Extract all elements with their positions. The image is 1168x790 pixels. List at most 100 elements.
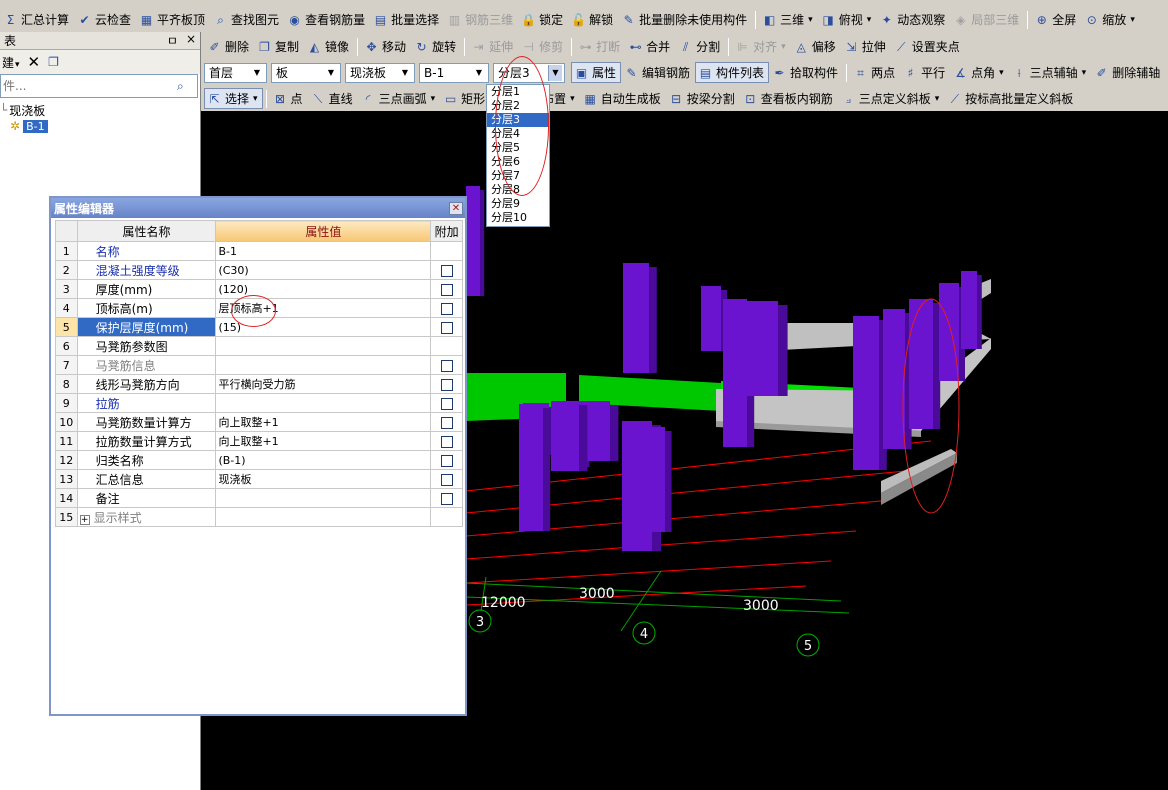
property-value[interactable]: 现浇板	[215, 469, 432, 489]
line-button[interactable]: ⟍ 直线	[308, 88, 358, 109]
set-grip-button[interactable]: ⟋ 设置夹点	[891, 36, 965, 57]
column-shape[interactable]	[961, 271, 977, 349]
align-button[interactable]: ⊫ 对齐 ▾	[732, 36, 791, 57]
align-slab-button[interactable]: ▦ 平齐板顶	[136, 9, 210, 30]
top-view-button[interactable]: ◨ 俯视 ▾	[818, 9, 877, 30]
batch-delete-button[interactable]: ✎ 批量删除未使用构件	[618, 9, 752, 30]
property-value[interactable]: (B-1)	[215, 450, 432, 470]
beam-split-button[interactable]: ⊟ 按梁分割	[666, 88, 740, 109]
three-point-axis-button[interactable]: ⟊ 三点辅轴 ▾	[1009, 62, 1092, 83]
two-point-button[interactable]: ⌗ 两点	[850, 62, 900, 83]
layer-option[interactable]: 分层10	[487, 211, 549, 225]
copy-icon[interactable]: ❐	[48, 55, 59, 69]
chevron-down-icon[interactable]: ▾	[570, 94, 575, 104]
copy-button[interactable]: ❐ 复制	[254, 36, 304, 57]
view-rebar-button[interactable]: ◉ 查看钢筋量	[284, 9, 370, 30]
lock-button[interactable]: 🔒 锁定	[518, 9, 568, 30]
property-value[interactable]	[215, 507, 432, 527]
view-slab-rebar-button[interactable]: ⊡ 查看板内钢筋	[740, 88, 838, 109]
property-value[interactable]: (C30)	[215, 260, 432, 280]
column-shape[interactable]	[909, 299, 933, 429]
rebar-3d-button[interactable]: ▥ 钢筋三维	[444, 9, 518, 30]
table-row[interactable]: 2 混凝土强度等级 (C30)	[55, 260, 463, 280]
summary-button[interactable]: Σ 汇总计算	[0, 9, 74, 30]
table-row[interactable]: 14 备注	[55, 488, 463, 508]
3pt-slope-button[interactable]: ⟓ 三点定义斜板 ▾	[838, 88, 945, 109]
property-value[interactable]: B-1	[215, 241, 432, 261]
table-row[interactable]: 9 拉筋	[55, 393, 463, 413]
type-select[interactable]: 现浇板 ▼	[345, 62, 415, 83]
element-list-button[interactable]: ▤ 构件列表	[695, 62, 770, 83]
extra-checkbox[interactable]	[440, 435, 453, 448]
property-value[interactable]: 向上取整+1	[215, 412, 432, 432]
arc-button[interactable]: ◜ 三点画弧 ▾	[358, 88, 441, 109]
chevron-down-icon[interactable]: ▾	[999, 68, 1004, 78]
extra-checkbox[interactable]	[440, 321, 453, 334]
zoom-button[interactable]: ⊙ 缩放 ▾	[1081, 9, 1140, 30]
search-icon[interactable]: ⌕	[177, 79, 184, 94]
extra-checkbox[interactable]	[440, 416, 453, 429]
chevron-down-icon[interactable]: ▾	[867, 15, 872, 25]
extra-checkbox[interactable]	[440, 264, 453, 277]
properties-button[interactable]: ▣ 属性	[571, 62, 622, 83]
fullscreen-button[interactable]: ⊕ 全屏	[1031, 9, 1081, 30]
property-value[interactable]	[215, 355, 432, 375]
delete-button[interactable]: ✐ 删除	[204, 36, 254, 57]
extra-checkbox[interactable]	[440, 473, 453, 486]
column-shape[interactable]	[519, 404, 543, 531]
auto-slab-button[interactable]: ▦ 自动生成板	[580, 88, 666, 109]
property-value[interactable]: 平行横向受力筋	[215, 374, 432, 394]
delete-icon[interactable]: ✕	[28, 53, 41, 71]
table-row[interactable]: 7 马凳筋信息	[55, 355, 463, 375]
extra-checkbox[interactable]	[440, 492, 453, 505]
column-shape[interactable]	[939, 283, 959, 381]
split-button[interactable]: ⫽ 分割	[675, 36, 725, 57]
extra-checkbox[interactable]	[440, 454, 453, 467]
extra-checkbox[interactable]	[440, 283, 453, 296]
property-value[interactable]	[215, 336, 432, 356]
pick-element-button[interactable]: ✒ 拾取构件	[769, 62, 843, 83]
chevron-down-icon[interactable]: ▾	[253, 94, 258, 104]
break-button[interactable]: ⊶ 打断	[575, 36, 625, 57]
column-shape[interactable]	[643, 427, 665, 532]
offset-button[interactable]: ◬ 偏移	[791, 36, 841, 57]
search-input[interactable]	[1, 79, 173, 93]
chevron-down-icon[interactable]: ▾	[935, 94, 940, 104]
chevron-down-icon[interactable]: ▾	[431, 94, 436, 104]
tree-root[interactable]: └ 现浇板	[0, 102, 200, 118]
table-row[interactable]: 12 归类名称 (B-1)	[55, 450, 463, 470]
property-value[interactable]: 向上取整+1	[215, 431, 432, 451]
point-angle-button[interactable]: ∡ 点角 ▾	[950, 62, 1009, 83]
pin-icon[interactable]: ㅁ	[167, 32, 178, 49]
point-button[interactable]: ⊠ 点	[270, 88, 308, 109]
table-row[interactable]: 13 汇总信息 现浇板	[55, 469, 463, 489]
batch-select-button[interactable]: ▤ 批量选择	[370, 9, 444, 30]
column-shape[interactable]	[723, 299, 747, 447]
batch-slope-button[interactable]: ⟋ 按标高批量定义斜板	[944, 88, 1078, 109]
column-shape[interactable]	[883, 309, 905, 449]
chevron-down-icon[interactable]: ▾	[1082, 68, 1087, 78]
table-row[interactable]: 1 名称 B-1	[55, 241, 463, 261]
cloud-check-button[interactable]: ✔ 云检查	[74, 9, 136, 30]
find-element-button[interactable]: ⌕ 查找图元	[210, 9, 284, 30]
element-select[interactable]: B-1 ▼	[419, 62, 489, 83]
table-row[interactable]: 8 线形马凳筋方向 平行横向受力筋	[55, 374, 463, 394]
table-row[interactable]: 10 马凳筋数量计算方 向上取整+1	[55, 412, 463, 432]
column-shape[interactable]	[853, 316, 879, 470]
trim-button[interactable]: ⊣ 修剪	[518, 36, 568, 57]
column-shape[interactable]	[466, 186, 480, 296]
unlock-button[interactable]: 🔓 解锁	[568, 9, 618, 30]
stretch-button[interactable]: ⇲ 拉伸	[841, 36, 891, 57]
local-3d-button[interactable]: ◈ 局部三维	[950, 9, 1024, 30]
chevron-down-icon[interactable]: ▾	[781, 42, 786, 52]
parallel-button[interactable]: ♯ 平行	[900, 62, 950, 83]
extend-button[interactable]: ⇥ 延伸	[468, 36, 518, 57]
table-row[interactable]: 15 + 显示样式	[55, 507, 463, 527]
chevron-down-icon[interactable]: ▾	[808, 15, 813, 25]
rotate-button[interactable]: ↻ 旋转	[411, 36, 461, 57]
3d-button[interactable]: ◧ 三维 ▾	[759, 9, 818, 30]
edit-rebar-button[interactable]: ✎ 编辑钢筋	[621, 62, 695, 83]
floor-select[interactable]: 首层 ▼	[204, 62, 267, 83]
extra-checkbox[interactable]	[440, 397, 453, 410]
select-button[interactable]: ⇱ 选择 ▾	[204, 88, 263, 109]
